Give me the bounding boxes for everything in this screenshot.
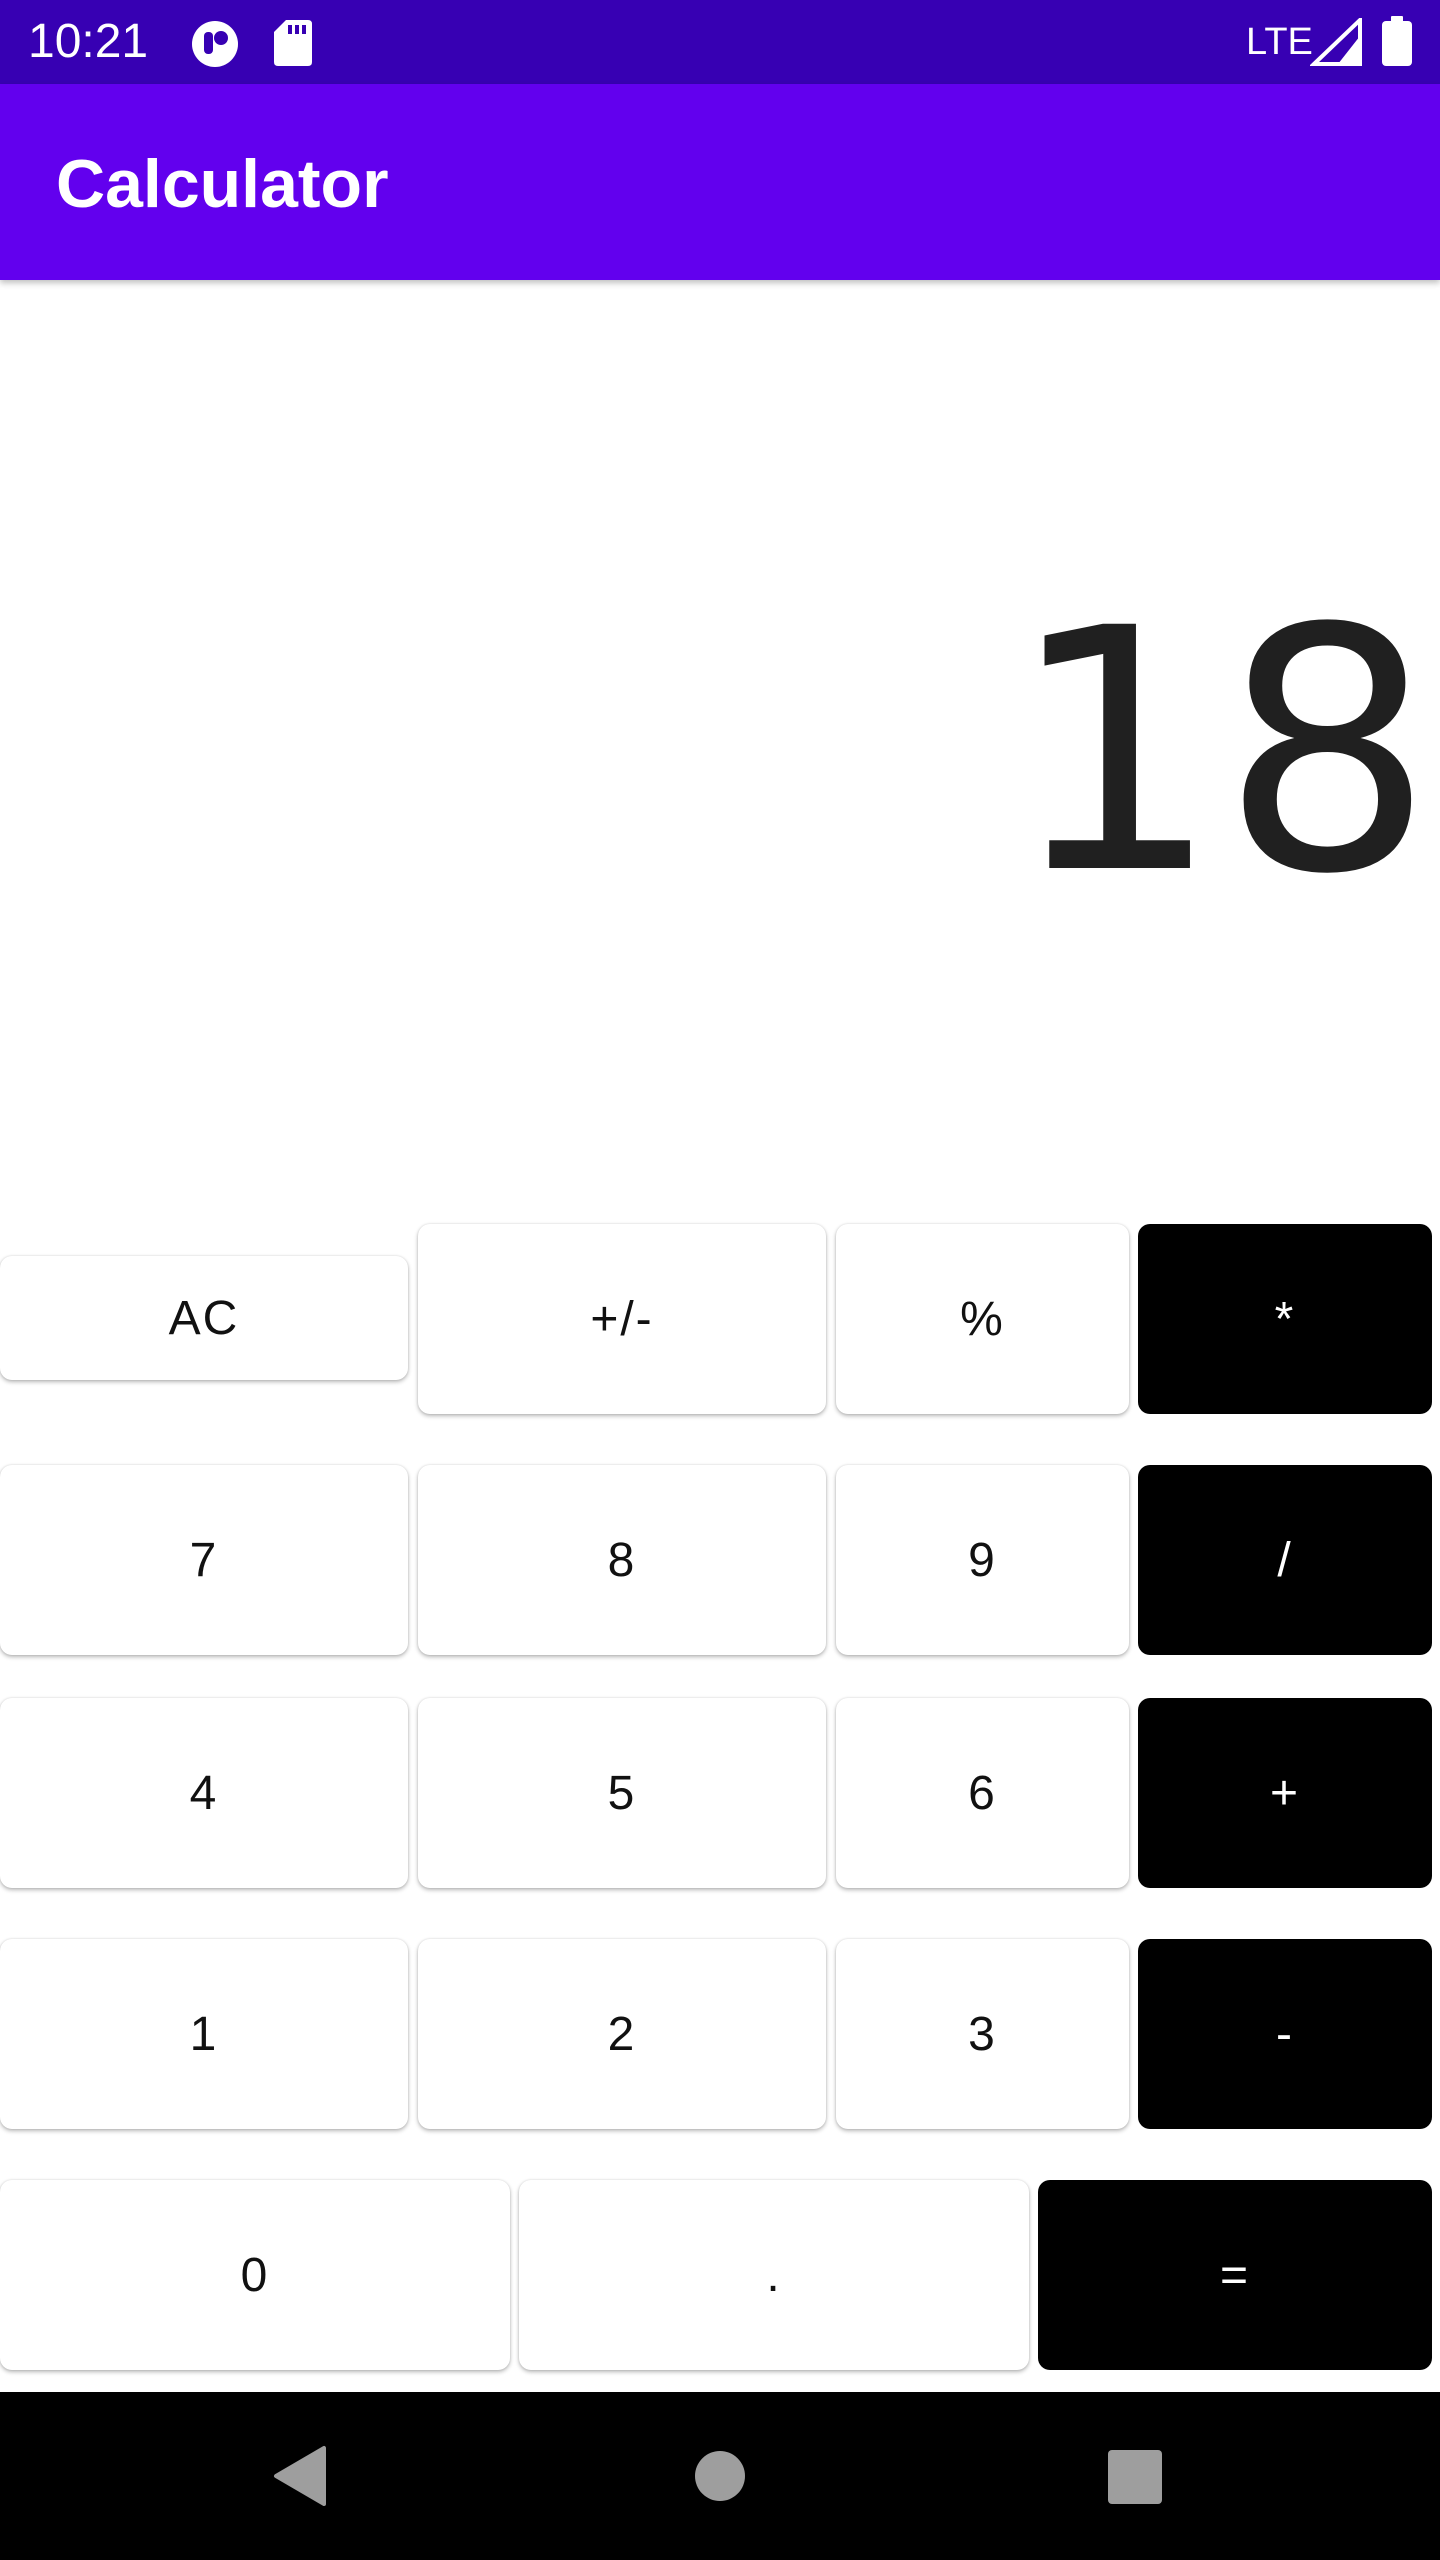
digit-2-button[interactable]: 2: [418, 1939, 826, 2129]
clear-button[interactable]: AC: [0, 1256, 408, 1380]
home-icon[interactable]: [694, 2450, 746, 2502]
multiply-button[interactable]: *: [1138, 1224, 1432, 1414]
back-icon[interactable]: [272, 2444, 332, 2508]
equals-button[interactable]: =: [1038, 2180, 1432, 2370]
subtract-button[interactable]: -: [1138, 1939, 1432, 2129]
display-value: 18: [1007, 558, 1434, 948]
digit-7-button[interactable]: 7: [0, 1465, 408, 1655]
digit-1-button[interactable]: 1: [0, 1939, 408, 2129]
sign-toggle-button[interactable]: +/-: [418, 1224, 826, 1414]
digit-0-button[interactable]: 0: [0, 2180, 510, 2370]
digit-9-button[interactable]: 9: [836, 1465, 1129, 1655]
navigation-bar: [0, 2392, 1440, 2560]
digit-4-button[interactable]: 4: [0, 1698, 408, 1888]
sd-card-icon: [274, 20, 312, 66]
signal-icon: [1310, 18, 1362, 66]
digit-6-button[interactable]: 6: [836, 1698, 1129, 1888]
app-title: Calculator: [56, 146, 389, 222]
divide-button[interactable]: /: [1138, 1465, 1432, 1655]
digit-3-button[interactable]: 3: [836, 1939, 1129, 2129]
network-type-label: LTE: [1246, 21, 1313, 63]
digit-8-button[interactable]: 8: [418, 1465, 826, 1655]
battery-icon: [1382, 16, 1412, 66]
decimal-button[interactable]: .: [519, 2180, 1029, 2370]
notification-app-icon: [192, 21, 238, 67]
app-bar: Calculator: [0, 84, 1440, 280]
status-bar: 10:21 LTE: [0, 0, 1440, 84]
add-button[interactable]: +: [1138, 1698, 1432, 1888]
result-display: 18: [0, 280, 1440, 1220]
percent-button[interactable]: %: [836, 1224, 1129, 1414]
recents-icon[interactable]: [1108, 2450, 1162, 2504]
status-time: 10:21: [28, 15, 149, 68]
digit-5-button[interactable]: 5: [418, 1698, 826, 1888]
